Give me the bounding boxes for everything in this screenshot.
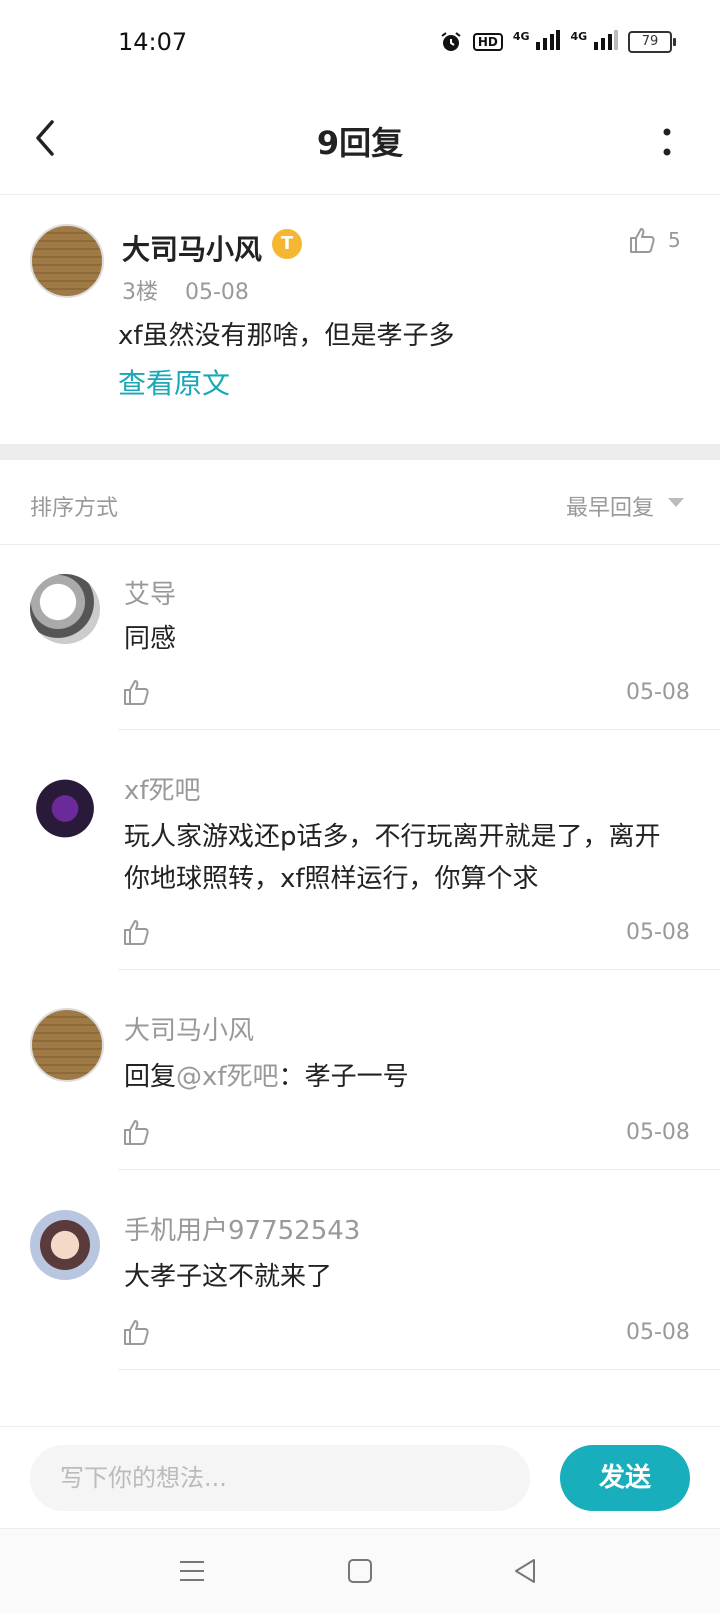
post-floor: 3楼	[122, 280, 158, 305]
reply-content: 同感	[124, 624, 177, 654]
thumbs-up-icon[interactable]	[122, 1318, 150, 1346]
thumbs-up-icon[interactable]	[122, 918, 150, 946]
caret-down-icon[interactable]	[668, 498, 684, 507]
top-app-bar: 9回复	[0, 90, 720, 195]
post-meta: 3楼 05-08	[122, 274, 269, 306]
reply-author[interactable]: 手机用户97752543	[124, 1210, 360, 1247]
net-label: 4G	[570, 30, 588, 43]
more-vertical-icon[interactable]	[652, 112, 682, 172]
level-badge-icon: T	[272, 229, 302, 259]
thumbs-up-icon[interactable]	[628, 226, 656, 254]
reply-prefix: 回复	[124, 1062, 177, 1092]
reply-date: 05-08	[626, 680, 690, 705]
sort-dropdown[interactable]: 最早回复	[566, 490, 654, 522]
reply-content: 玩人家游戏还p话多，不行玩离开就是了，离开你地球照转，xf照样运行，你算个求	[124, 822, 661, 894]
avatar[interactable]	[30, 574, 100, 644]
status-time: 14:07	[118, 28, 188, 56]
signal-4g-icon: 4G	[513, 30, 561, 54]
back-triangle-icon[interactable]	[510, 1555, 542, 1587]
reply-item: 大司马小风 回复@xf死吧：孝子一号 05-08	[0, 970, 720, 1170]
avatar[interactable]	[30, 770, 100, 840]
post-date: 05-08	[185, 280, 249, 305]
post-author-name[interactable]: 大司马小风	[122, 228, 262, 268]
avatar[interactable]	[30, 1008, 104, 1082]
avatar[interactable]	[30, 224, 104, 298]
sort-label: 排序方式	[30, 496, 119, 521]
reply-author[interactable]: xf死吧	[124, 770, 201, 807]
signal-bars-icon	[594, 30, 618, 50]
reply-item: 艾导 同感 05-08	[0, 544, 720, 730]
avatar[interactable]	[30, 1210, 100, 1280]
home-square-icon[interactable]	[344, 1555, 376, 1587]
reply-item: 手机用户97752543 大孝子这不就来了 05-08	[0, 1170, 720, 1370]
reply-author[interactable]: 艾导	[124, 574, 176, 611]
comment-input[interactable]	[30, 1445, 530, 1511]
alarm-icon	[441, 32, 461, 51]
sort-row: 排序方式 最早回复	[0, 460, 720, 545]
reply-author[interactable]: 大司马小风	[124, 1010, 254, 1047]
reply-content: 回复@xf死吧：孝子一号	[124, 1056, 684, 1098]
reply-item: xf死吧 玩人家游戏还p话多，不行玩离开就是了，离开你地球照转，xf照样运行，你…	[0, 730, 720, 970]
thumbs-up-icon[interactable]	[122, 1118, 150, 1146]
status-bar: 14:07 HD 4G 4G 79	[0, 0, 720, 90]
reply-suffix: ：孝子一号	[278, 1062, 409, 1092]
battery-indicator: 79	[628, 31, 676, 53]
status-icons: HD 4G 4G 79	[439, 30, 676, 54]
send-button[interactable]: 发送	[560, 1445, 690, 1511]
like-count: 5	[668, 228, 681, 252]
reply-date: 05-08	[626, 1120, 690, 1145]
mention-link[interactable]: @xf死吧	[176, 1062, 279, 1092]
view-original-link[interactable]: 查看原文	[118, 362, 230, 402]
thumbs-up-icon[interactable]	[122, 678, 150, 706]
signal-4g-icon: 4G	[570, 30, 618, 54]
net-label: 4G	[512, 30, 530, 43]
system-nav-bar	[0, 1528, 720, 1613]
divider	[118, 1369, 720, 1370]
reply-date: 05-08	[626, 920, 690, 945]
post-content: xf虽然没有那啥，但是孝子多	[118, 321, 455, 351]
page-title: 9回复	[316, 124, 404, 162]
reply-date: 05-08	[626, 1320, 690, 1345]
menu-icon[interactable]	[176, 1555, 208, 1587]
composer-bar: 发送	[0, 1426, 720, 1529]
reply-content: 大孝子这不就来了	[124, 1262, 333, 1292]
section-divider	[0, 444, 720, 460]
signal-bars-icon	[536, 30, 561, 50]
hd-icon: HD	[472, 33, 503, 51]
